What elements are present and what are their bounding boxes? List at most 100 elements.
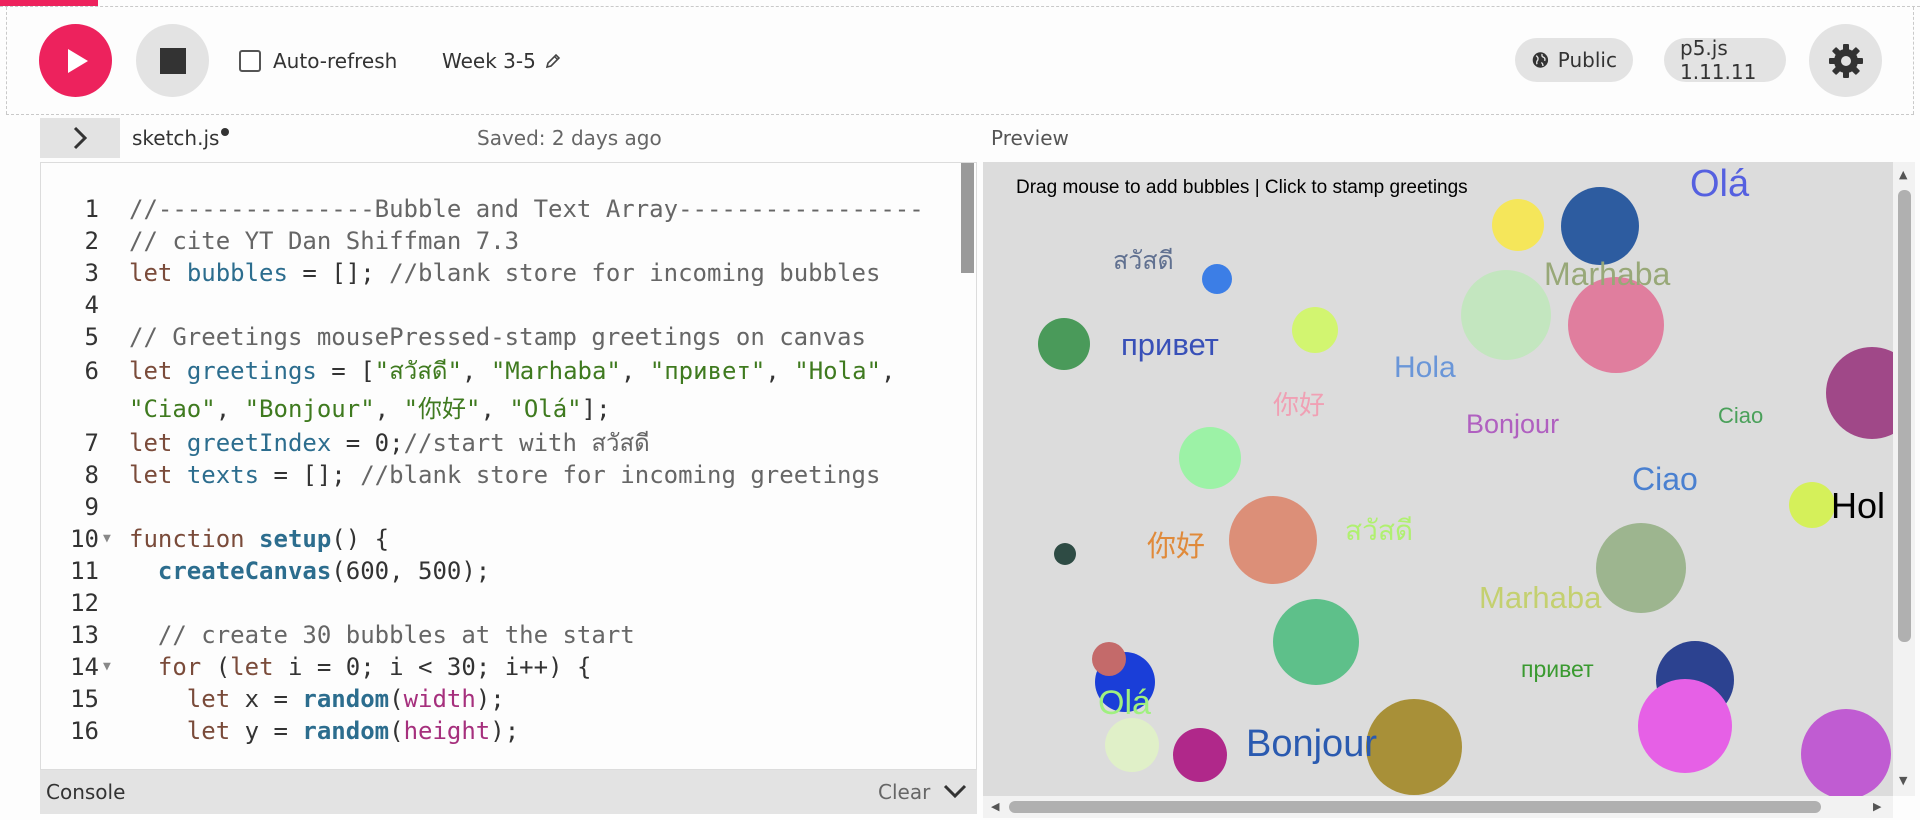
line-number: 1 — [84, 195, 99, 223]
toolbar-right-border — [1913, 7, 1914, 114]
code-line[interactable]: 10 ▼ function setup() { — [41, 523, 976, 555]
sketch-canvas[interactable]: Olá สวัสดี Marhaba привет Hola 你好 Bonjou… — [983, 162, 1893, 796]
chevron-right-icon — [73, 126, 88, 150]
settings-button[interactable] — [1809, 24, 1882, 97]
sketch-name-text: Week 3-5 — [442, 49, 536, 73]
editor-scrollbar-thumb[interactable] — [961, 163, 974, 273]
play-icon — [67, 48, 88, 73]
sketch-name[interactable]: Week 3-5 — [442, 49, 562, 73]
line-number: 15 — [70, 685, 99, 713]
gear-icon — [1828, 43, 1863, 78]
console-clear-button[interactable]: Clear — [878, 780, 930, 804]
code-line[interactable]: 9 — [41, 491, 976, 523]
version-button[interactable]: p5.js 1.11.11 — [1664, 36, 1786, 84]
canvas-instructions: Drag mouse to add bubbles | Click to sta… — [1016, 177, 1468, 198]
preview-label: Preview — [991, 126, 1069, 150]
line-number: 5 — [84, 323, 99, 351]
greeting-text: 你好 — [1147, 530, 1205, 563]
p5-editor-app: Auto-refresh Week 3-5 Public p5.js 1.11.… — [0, 0, 1920, 820]
greeting-text: Hola — [1394, 351, 1456, 384]
code-line[interactable]: 2 // cite YT Dan Shiffman 7.3 — [41, 225, 976, 257]
line-number: 10 — [70, 525, 99, 553]
greeting-text: Marhaba — [1479, 580, 1602, 615]
bubble — [1202, 264, 1232, 294]
line-number: 4 — [84, 291, 99, 319]
stop-button[interactable] — [136, 24, 209, 97]
scroll-right-arrow-icon[interactable]: ▶ — [1873, 800, 1881, 813]
fold-arrow-icon[interactable]: ▼ — [103, 523, 111, 555]
code-text: createCanvas(600, 500); — [157, 557, 491, 585]
toolbar: Auto-refresh Week 3-5 Public p5.js 1.11.… — [6, 7, 1914, 115]
code-line[interactable]: 6 let greetings = ["สวัสดี", "Marhaba", "… — [41, 355, 976, 387]
bubble — [1826, 347, 1893, 439]
greeting-text: привет — [1521, 656, 1594, 682]
editor-scrollbar[interactable] — [961, 163, 976, 769]
code-text: let texts = []; //blank store for incomi… — [129, 461, 881, 489]
greeting-text: Olá — [1690, 163, 1750, 205]
code-line[interactable]: 12 — [41, 587, 976, 619]
expand-sidebar-button[interactable] — [40, 118, 120, 158]
chevron-down-icon[interactable] — [942, 782, 968, 800]
scroll-down-arrow-icon[interactable]: ▼ — [1899, 774, 1907, 787]
bubble — [1596, 523, 1686, 613]
bubble — [1273, 599, 1359, 685]
greeting-text: Olá — [1098, 684, 1151, 722]
line-number: 12 — [70, 589, 99, 617]
visibility-label: Public — [1557, 48, 1617, 72]
code-text: let greetings = ["สวัสดี", "Marhaba", "п… — [129, 357, 896, 385]
code-line[interactable]: 14 ▼ for (let i = 0; i < 30; i++) { — [41, 651, 976, 683]
code-text: let y = random(height); — [186, 717, 520, 745]
code-line[interactable]: "Ciao", "Bonjour", "你好", "Olá"]; — [41, 393, 976, 425]
code-text: let greetIndex = 0;//start with สวัสดี — [129, 429, 650, 457]
fold-arrow-icon[interactable]: ▼ — [103, 651, 111, 683]
code-line[interactable]: 3 let bubbles = []; //blank store for inc… — [41, 257, 976, 289]
file-name-label: sketch.js — [132, 126, 220, 150]
greeting-text: Marhaba — [1544, 256, 1671, 292]
play-button[interactable] — [39, 24, 112, 97]
preview-horizontal-thumb[interactable] — [1009, 801, 1821, 813]
bubble — [1801, 709, 1891, 796]
greeting-text: สวัสดี — [1113, 247, 1174, 275]
preview-horizontal-scrollbar[interactable]: ◀ ▶ — [983, 796, 1893, 818]
code-text: // create 30 bubbles at the start — [157, 621, 635, 649]
line-number: 2 — [84, 227, 99, 255]
code-editor[interactable]: 1 //---------------Bubble and Text Array-… — [40, 162, 977, 770]
code-line[interactable]: 4 — [41, 289, 976, 321]
bubble — [1229, 496, 1317, 584]
console-bar[interactable]: Console Clear — [40, 770, 977, 814]
visibility-button[interactable]: Public — [1515, 38, 1633, 82]
preview-vertical-thumb[interactable] — [1898, 190, 1911, 642]
code-line[interactable]: 5 // Greetings mousePressed-stamp greetin… — [41, 321, 976, 353]
line-number: 6 — [84, 357, 99, 385]
greeting-text: 你好 — [1273, 390, 1325, 420]
code-line[interactable]: 15 let x = random(width); — [41, 683, 976, 715]
code-text: "Ciao", "Bonjour", "你好", "Olá"]; — [129, 395, 611, 423]
bubble — [1038, 318, 1090, 370]
code-text: //---------------Bubble and Text Array--… — [129, 195, 924, 223]
code-line[interactable]: 16 let y = random(height); — [41, 715, 976, 747]
auto-refresh-toggle[interactable]: Auto-refresh — [239, 49, 397, 73]
bubble — [1366, 699, 1462, 795]
auto-refresh-checkbox[interactable] — [239, 50, 261, 72]
code-line[interactable]: 8 let texts = []; //blank store for incom… — [41, 459, 976, 491]
file-tab[interactable]: sketch.js — [132, 126, 230, 150]
greeting-text: Ciao — [1718, 403, 1763, 428]
code-line[interactable]: 13 // create 30 bubbles at the start — [41, 619, 976, 651]
saved-status: Saved: 2 days ago — [477, 126, 662, 150]
greeting-text: Hol — [1831, 485, 1885, 526]
code-text: // cite YT Dan Shiffman 7.3 — [129, 227, 520, 255]
bubble — [1492, 199, 1544, 251]
bubble — [1092, 642, 1126, 676]
scroll-up-arrow-icon[interactable]: ▲ — [1899, 168, 1907, 181]
code-line[interactable]: 7 let greetIndex = 0;//start with สวัสดี — [41, 427, 976, 459]
preview-canvas[interactable]: Olá สวัสดี Marhaba привет Hola 你好 Bonjou… — [983, 162, 1893, 796]
code-line[interactable]: 1 //---------------Bubble and Text Array-… — [41, 193, 976, 225]
globe-icon — [1532, 52, 1549, 68]
greeting-text: Bonjour — [1246, 723, 1377, 765]
console-label: Console — [46, 780, 126, 804]
line-number: 11 — [70, 557, 99, 585]
code-line[interactable]: 11 createCanvas(600, 500); — [41, 555, 976, 587]
scroll-left-arrow-icon[interactable]: ◀ — [991, 800, 999, 813]
preview-vertical-scrollbar[interactable]: ▲ ▼ — [1893, 162, 1915, 796]
pencil-icon[interactable] — [544, 52, 562, 70]
